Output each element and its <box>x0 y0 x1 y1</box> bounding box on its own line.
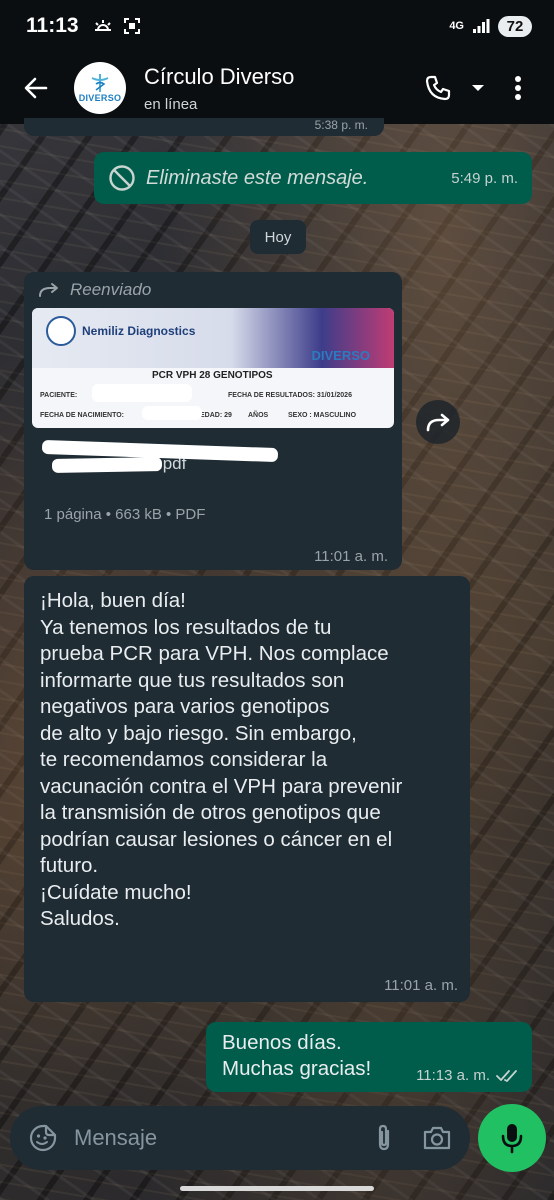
document-message-bubble[interactable]: Reenviado Nemiliz Diagnostics DIVERSO PC… <box>24 272 402 570</box>
voice-message-button[interactable] <box>478 1104 546 1172</box>
message-time: 5:49 p. m. <box>451 169 518 187</box>
document-preview[interactable]: Nemiliz Diagnostics DIVERSO PCR VPH 28 G… <box>32 308 394 428</box>
document-file-name: .pdf <box>38 439 288 480</box>
more-options-button[interactable] <box>500 70 536 106</box>
message-composer[interactable]: Mensaje <box>10 1106 470 1170</box>
forward-arrow-icon <box>426 413 450 432</box>
chat-header: DIVERSO Círculo Diverso en línea <box>0 52 554 124</box>
document-birthdate-label: FECHA DE NACIMIENTO: <box>40 412 124 419</box>
deleted-message-text: Eliminaste este mensaje. <box>146 166 369 189</box>
emoji-sticker-icon[interactable] <box>28 1123 58 1153</box>
document-date-label: FECHA DE RESULTADOS: 31/01/2026 <box>228 392 352 399</box>
caduceus-logo-icon <box>91 74 109 92</box>
redaction-mark <box>51 457 163 473</box>
forwarded-arrow-icon <box>39 283 58 297</box>
redaction-mark <box>92 384 192 402</box>
message-line: vacunación contra el VPH para prevenir <box>40 774 403 798</box>
kebab-menu-icon <box>515 76 521 100</box>
status-bar: 11:13 4G 72 <box>0 0 554 52</box>
text-message-bubble[interactable]: ¡Hola, buen día! Ya tenemos los resultad… <box>24 576 470 1002</box>
message-line: Muchas gracias! <box>222 1057 372 1080</box>
message-time: 5:38 p. m. <box>314 118 368 132</box>
message-line: de alto y bajo riesgo. Sin embargo, <box>40 721 357 745</box>
avatar-label: DIVERSO <box>78 93 122 103</box>
message-body: Buenos días. Muchas gracias! <box>222 1030 371 1082</box>
double-check-icon <box>496 1069 517 1082</box>
avatar[interactable]: DIVERSO <box>74 62 126 114</box>
signal-icon <box>473 19 490 33</box>
message-line: futuro. <box>40 854 99 877</box>
contact-info[interactable]: Círculo Diverso en línea <box>144 64 294 113</box>
document-sex-label: SEXO : MASCULINO <box>288 412 357 419</box>
forwarded-indicator: Reenviado <box>38 280 151 300</box>
status-system-icons: 4G 72 <box>449 15 532 37</box>
message-meta: 11:13 a. m. <box>416 1067 518 1084</box>
document-brand: Nemiliz Diagnostics <box>82 324 196 338</box>
arrow-left-icon <box>24 77 48 99</box>
paperclip-icon[interactable] <box>372 1123 396 1153</box>
message-line: Buenos días. <box>222 1031 342 1054</box>
previous-message-bubble[interactable]: 5:38 p. m. <box>24 118 384 136</box>
document-age-label: EDAD: 29 <box>200 412 232 419</box>
message-line: prueba PCR para VPH. Nos complace <box>40 642 389 665</box>
gesture-nav-handle[interactable] <box>180 1186 374 1191</box>
back-button[interactable] <box>8 60 64 116</box>
screenshot-icon <box>123 18 140 34</box>
document-title: PCR VPH 28 GENOTIPOS <box>152 370 273 381</box>
blocked-icon <box>109 165 135 191</box>
camera-icon[interactable] <box>422 1125 452 1151</box>
message-line: informarte que tus resultados son <box>40 668 345 692</box>
message-time: 11:13 a. m. <box>416 1067 490 1084</box>
call-options-button[interactable] <box>468 70 488 106</box>
forward-button[interactable] <box>416 400 460 444</box>
deleted-message-bubble[interactable]: Eliminaste este mensaje. 5:49 p. m. <box>94 152 532 204</box>
message-line: negativos para varios genotipos <box>40 695 330 718</box>
contact-name: Círculo Diverso <box>144 63 295 89</box>
document-age-unit: AÑOS <box>248 412 269 419</box>
message-time: 11:01 a. m. <box>314 548 388 565</box>
composer-actions <box>372 1123 452 1153</box>
message-line: la transmisión de otros genotipos que <box>40 801 381 824</box>
message-time: 11:01 a. m. <box>384 977 458 994</box>
status-time: 11:13 <box>26 14 79 37</box>
document-logo-text: DIVERSO <box>311 348 370 363</box>
lab-logo-icon <box>46 316 76 346</box>
reply-message-bubble[interactable]: Buenos días. Muchas gracias! 11:13 a. m. <box>206 1022 532 1092</box>
network-type-label: 4G <box>449 19 464 32</box>
message-line: ¡Hola, buen día! <box>40 589 186 612</box>
voice-call-button[interactable] <box>420 70 456 106</box>
battery-indicator: 72 <box>498 15 532 37</box>
message-line: podrían causar lesiones o cáncer en el <box>40 827 393 851</box>
message-line: Saludos. <box>40 907 120 930</box>
caret-down-icon <box>472 85 484 91</box>
header-actions <box>420 70 554 106</box>
document-patient-label: PACIENTE: <box>40 392 78 399</box>
message-line: te recomendamos considerar la <box>40 748 328 771</box>
sunrise-icon <box>94 20 111 31</box>
message-line: ¡Cuídate mucho! <box>40 880 192 904</box>
phone-icon <box>425 75 451 101</box>
redaction-mark <box>142 406 202 420</box>
date-separator: Hoy <box>250 220 306 254</box>
message-body: ¡Hola, buen día! Ya tenemos los resultad… <box>40 588 460 933</box>
message-line: Ya tenemos los resultados de tu <box>40 615 332 639</box>
status-notification-icons <box>93 17 141 35</box>
contact-status: en línea <box>144 95 198 113</box>
document-meta: 1 página • 663 kB • PDF <box>44 506 206 523</box>
message-input[interactable]: Mensaje <box>74 1125 157 1151</box>
microphone-icon <box>501 1124 523 1154</box>
forwarded-label: Reenviado <box>70 280 152 299</box>
